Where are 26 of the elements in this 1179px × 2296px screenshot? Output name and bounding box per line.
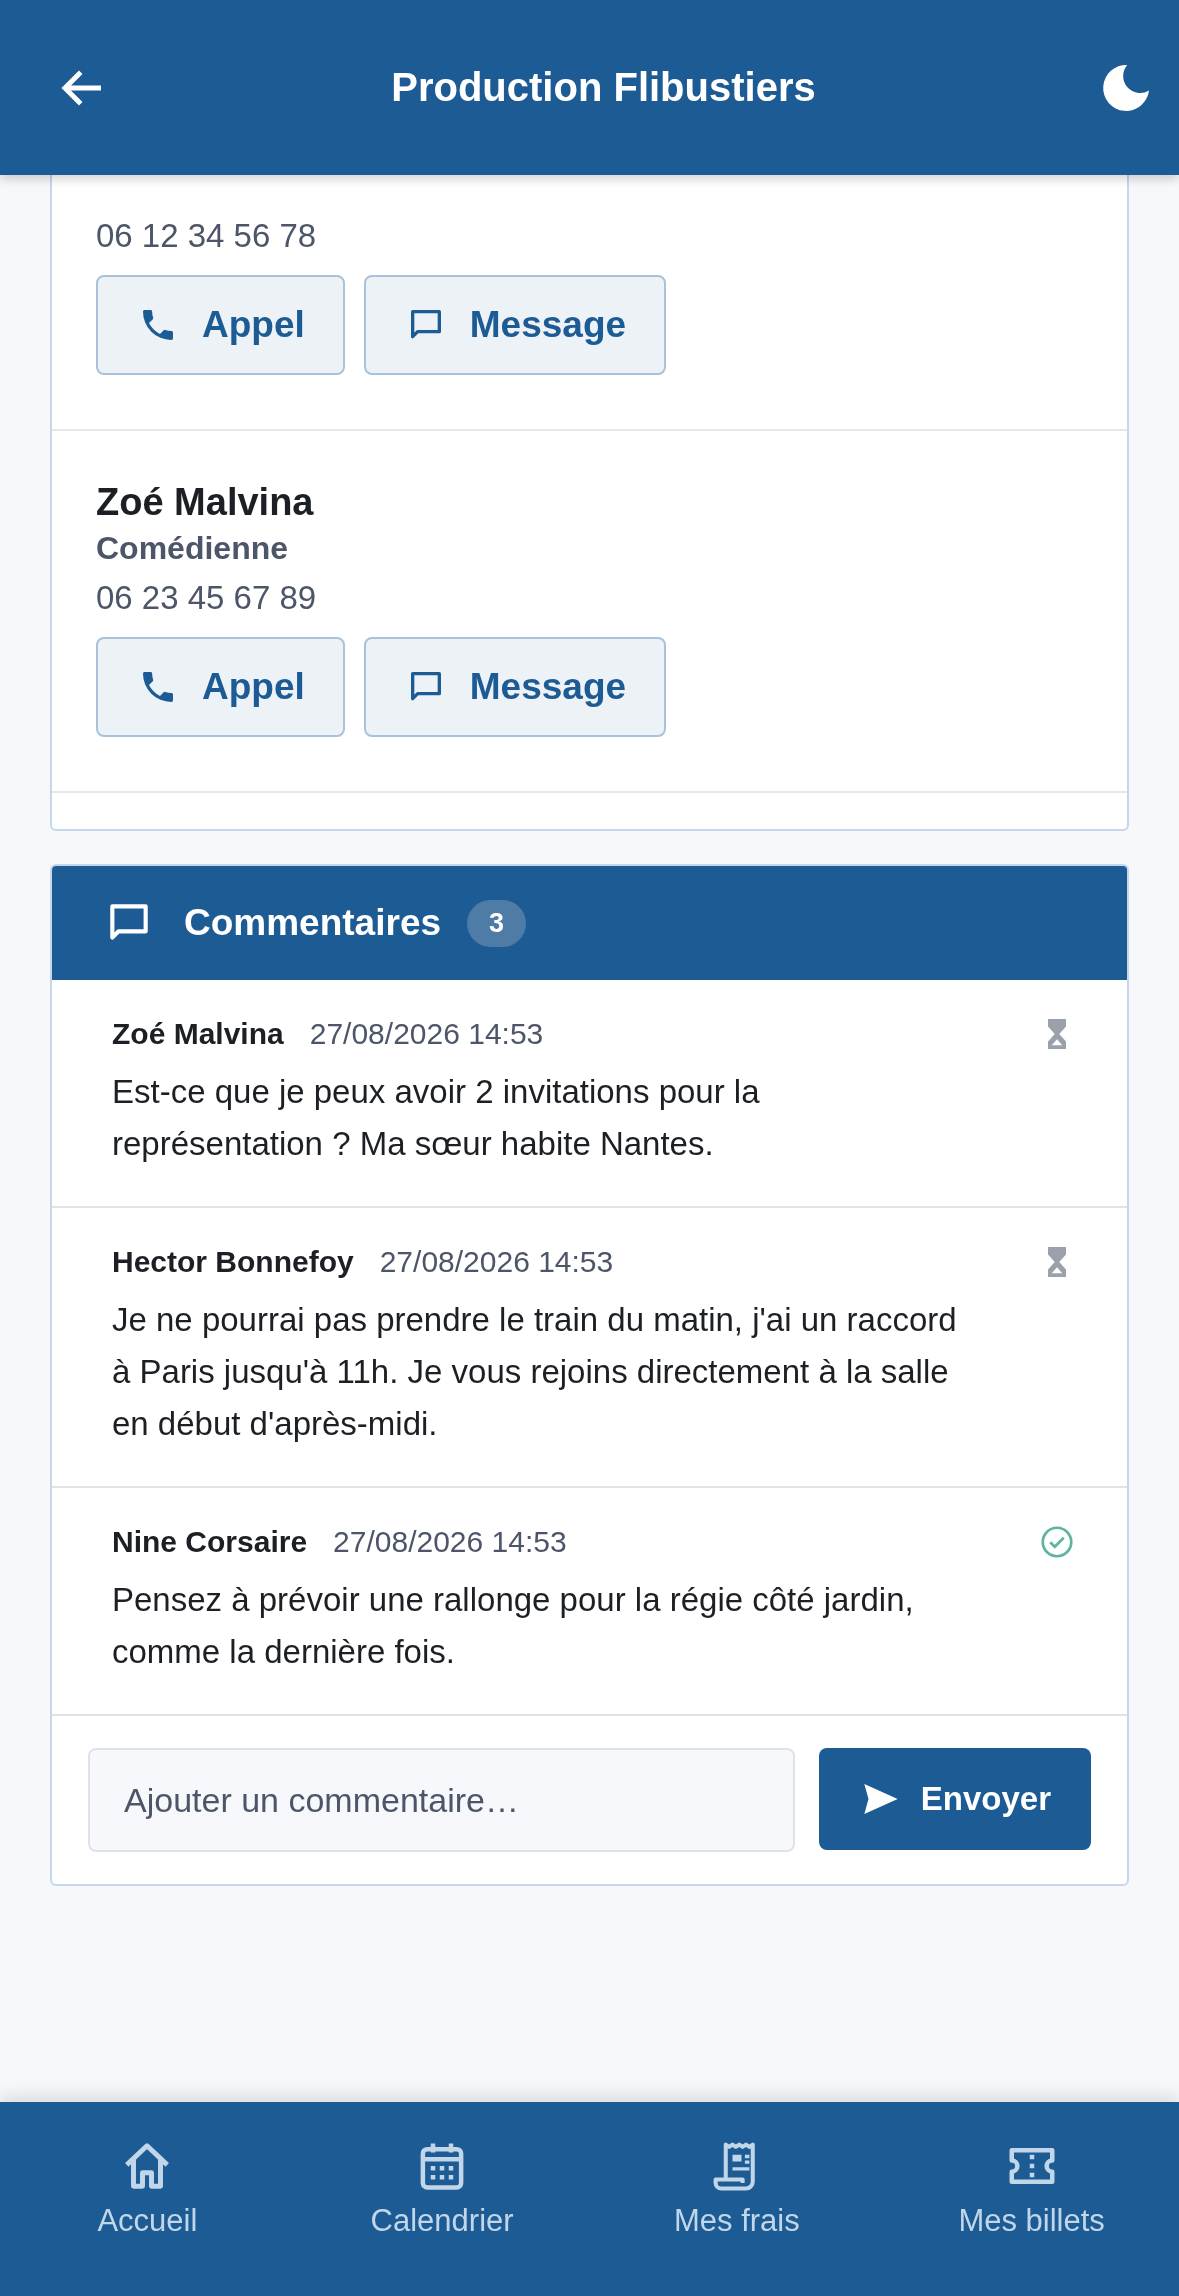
contact-role: Comédienne — [96, 530, 290, 567]
comment-text: Pensez à prévoir une rallonge pour la régie côté jardin, comme la dernière fois. — [112, 1580, 915, 1672]
call-button[interactable]: Appel — [96, 637, 345, 737]
comment-text: Je ne pourrai pas prendre le train du matin, j'ai un raccord à Paris jusqu'à 11h. Je vous rejoins directement à la salle en début d'après-midi. — [112, 1300, 958, 1444]
comment-author: Zoé Malvina — [112, 1017, 284, 1051]
nav-item[interactable]: Mes billets — [884, 2102, 1179, 2276]
comment-time: 27/08/2026 14:53 — [333, 1525, 568, 1559]
comment-text: Est-ce que je peux avoir 2 invitations pour la représentation ? Ma sœur habite Nantes. — [112, 1072, 761, 1164]
comment-time: 27/08/2026 14:53 — [309, 1017, 545, 1051]
message-button[interactable]: Message — [363, 275, 667, 375]
nav-item[interactable]: Calendrier — [294, 2102, 590, 2276]
page-title: Production Flibustiers — [390, 65, 817, 110]
phone-number: 06 12 34 56 78 — [96, 217, 318, 255]
call-button[interactable]: Appel — [96, 275, 345, 375]
comment-time: 27/08/2026 14:53 — [379, 1245, 615, 1279]
nav-item[interactable]: Mes frais — [589, 2102, 885, 2276]
message-button[interactable]: Message — [363, 637, 667, 737]
comment-author: Nine Corsaire — [112, 1525, 308, 1559]
nav-item[interactable]: Accueil — [0, 2102, 295, 2276]
comment-input[interactable]: Ajouter un commentaire… — [88, 1748, 795, 1852]
comment-author: Hector Bonnefoy — [112, 1245, 354, 1279]
send-button[interactable]: Envoyer — [818, 1748, 1091, 1850]
comments-title: Commentaires — [184, 902, 442, 944]
phone-number: 06 23 45 67 89 — [96, 579, 318, 617]
count-badge: 3 — [467, 899, 527, 947]
contact-name: Zoé Malvina — [96, 481, 315, 524]
